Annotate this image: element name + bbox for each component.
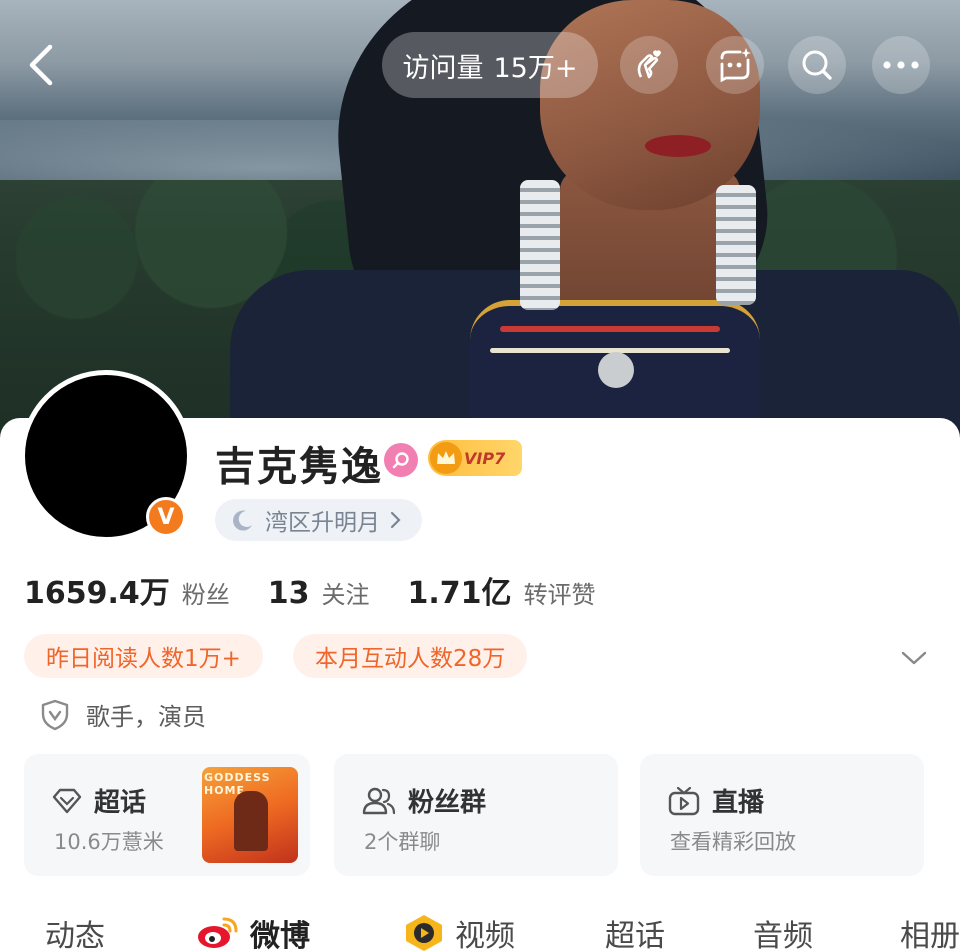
tab-super-topic[interactable]: 超话	[605, 911, 665, 951]
magnifier-badge-icon	[392, 452, 409, 469]
crown-icon	[430, 442, 462, 474]
yesterday-readers-pill[interactable]: 昨日阅读人数1万+	[24, 634, 263, 678]
album-poster[interactable]: GODDESS HOME	[202, 767, 298, 863]
expand-button[interactable]	[896, 640, 932, 676]
tab-video-label: 视频	[455, 919, 515, 951]
chevron-left-icon	[29, 44, 53, 86]
following-label[interactable]: 关注	[322, 575, 370, 610]
following-count[interactable]: 13	[268, 576, 310, 611]
region-label: 湾区升明月	[265, 510, 380, 536]
search-button[interactable]	[788, 36, 846, 94]
tab-album[interactable]: 相册	[900, 911, 960, 951]
tab-super-topic-label: 超话	[605, 919, 665, 951]
live-title: 直播	[712, 788, 765, 818]
chevron-right-icon	[390, 511, 401, 529]
ai-chat-icon	[720, 48, 751, 83]
vip-badge[interactable]: VIP7	[428, 440, 522, 476]
group-icon	[362, 787, 396, 814]
tab-feed-label: 动态	[45, 919, 105, 951]
occupation-text: 歌手，演员	[86, 703, 206, 731]
top-bar: 访问量 15万+	[0, 30, 960, 100]
like-button[interactable]	[620, 36, 678, 94]
live-sub: 查看精彩回放	[670, 830, 796, 854]
moon-icon	[233, 510, 252, 531]
monthly-interactions-pill[interactable]: 本月互动人数28万	[293, 634, 528, 678]
engagement-label[interactable]: 转评赞	[524, 575, 596, 610]
cover-brooch	[598, 352, 634, 388]
occupation-row: 歌手，演员	[40, 697, 206, 732]
weibo-logo-icon	[198, 917, 238, 948]
chevron-down-icon	[901, 651, 927, 665]
cover-earring-right	[716, 185, 756, 305]
assistant-button[interactable]	[706, 36, 764, 94]
tab-weibo-label: 微博	[250, 919, 310, 951]
tab-weibo[interactable]: 微博	[196, 911, 310, 951]
member-badge-icon[interactable]	[384, 443, 418, 477]
region-tag[interactable]: 湾区升明月	[215, 499, 422, 541]
tv-icon	[668, 786, 700, 815]
fan-group-title: 粉丝群	[408, 788, 487, 818]
more-dots-icon	[883, 61, 919, 69]
verified-v-icon: V	[146, 497, 186, 537]
super-topic-title: 超话	[94, 788, 147, 818]
tab-video[interactable]: 视频	[403, 911, 515, 951]
visits-label: 访问量	[402, 52, 484, 84]
cover-earring-left	[520, 180, 560, 310]
search-icon	[802, 50, 832, 80]
fan-group-sub: 2个群聊	[364, 830, 441, 854]
followers-label[interactable]: 粉丝	[182, 575, 230, 610]
engagement-count[interactable]: 1.71亿	[408, 568, 512, 612]
cover-lips	[645, 135, 711, 157]
super-topic-tile[interactable]: 超话 10.6万薏米 GODDESS HOME	[24, 754, 310, 876]
profile-tabs: 动态 微博 视频 超话 音频 相册	[0, 905, 960, 951]
tab-audio[interactable]: 音频	[753, 911, 813, 951]
diamond-icon	[52, 788, 82, 813]
super-topic-sub: 10.6万薏米	[54, 830, 164, 854]
visits-value: 15万+	[493, 52, 578, 84]
tab-audio-label: 音频	[753, 919, 813, 951]
fan-group-tile[interactable]: 粉丝群 2个群聊	[334, 754, 618, 876]
more-button[interactable]	[872, 36, 930, 94]
visits-badge[interactable]: 访问量 15万+	[382, 32, 598, 98]
back-button[interactable]	[16, 40, 66, 90]
video-play-icon	[406, 915, 442, 951]
finger-heart-icon	[637, 50, 661, 79]
followers-count[interactable]: 1659.4万	[24, 568, 170, 612]
shield-check-icon	[41, 699, 69, 730]
tab-album-label: 相册	[900, 919, 960, 951]
vip-label: VIP7	[464, 448, 506, 468]
profile-name: 吉克隽逸	[215, 444, 383, 490]
poster-figure	[234, 791, 268, 851]
profile-stats: 1659.4万 粉丝 13 关注 1.71亿 转评赞	[24, 568, 634, 612]
tab-feed[interactable]: 动态	[45, 911, 105, 951]
live-tile[interactable]: 直播 查看精彩回放	[640, 754, 924, 876]
